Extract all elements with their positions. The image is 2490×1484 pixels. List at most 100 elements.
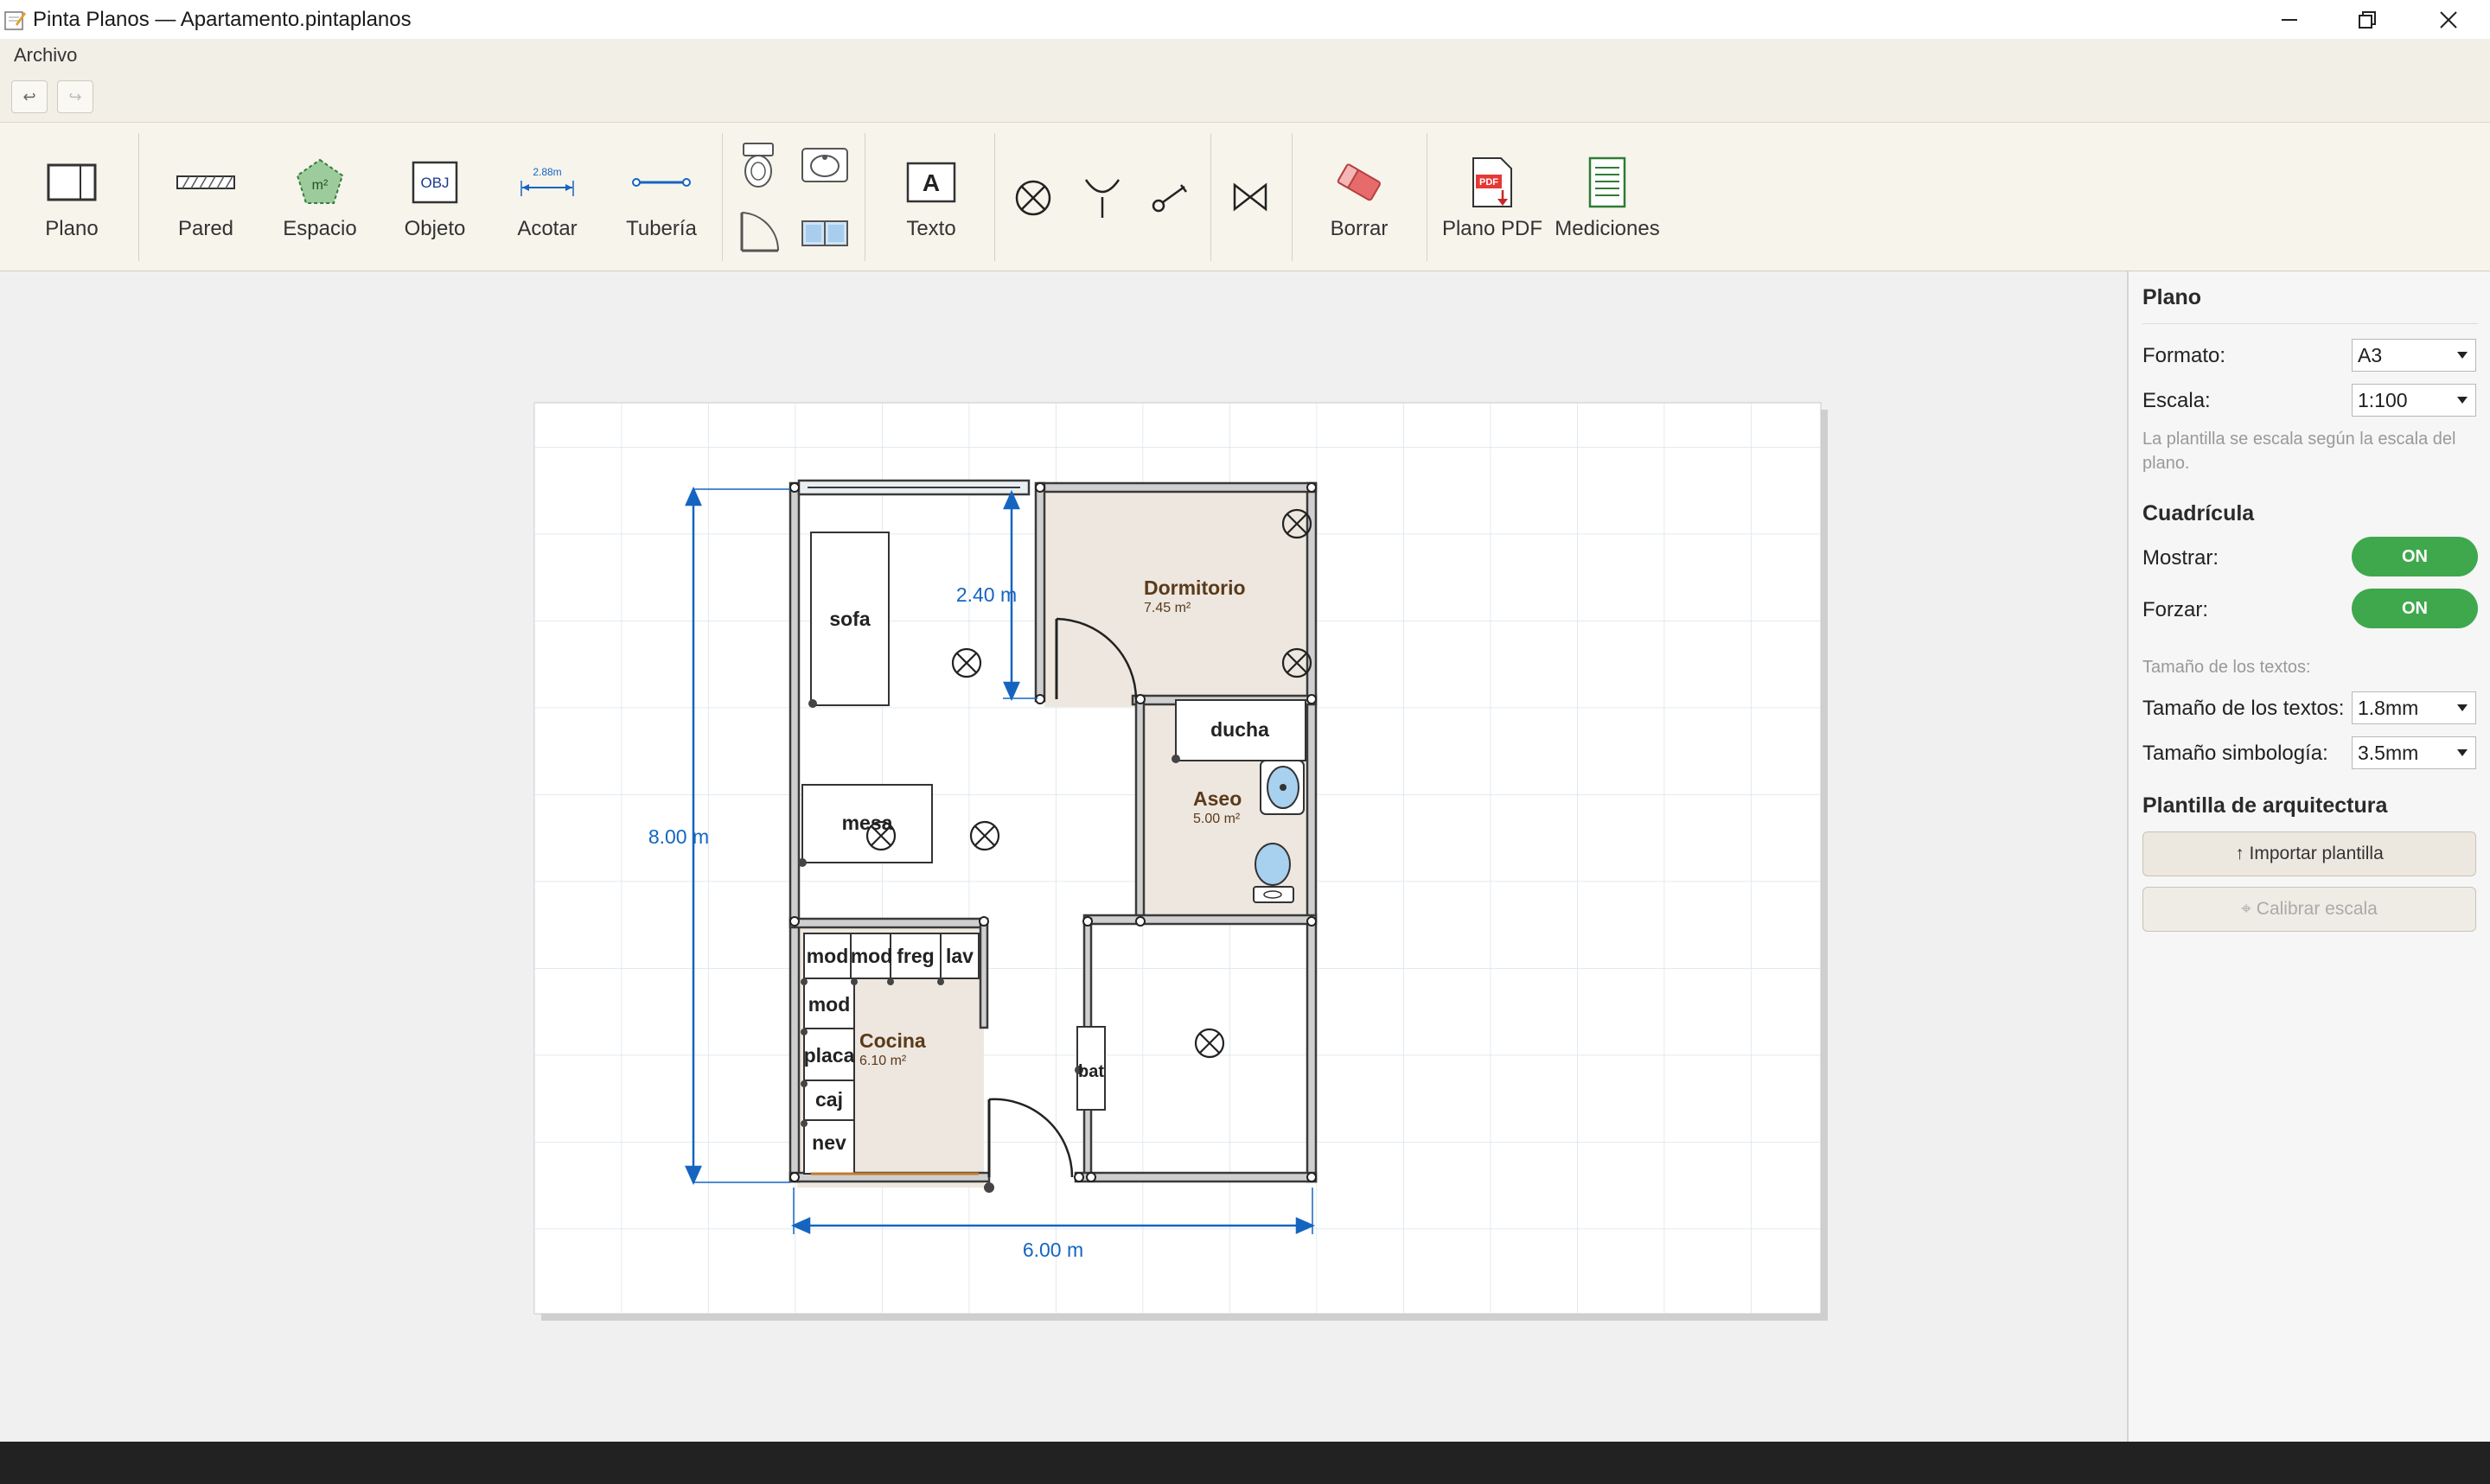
toolbar-separator (1292, 133, 1293, 261)
svg-text:A: A (923, 169, 940, 196)
room-cocina-area: 6.10 m² (859, 1054, 907, 1068)
symbol-tools-grid (733, 140, 854, 261)
pipe-icon (632, 178, 691, 187)
chevron-down-icon (2457, 704, 2468, 711)
svg-text:2.88m: 2.88m (533, 166, 561, 178)
tool-pared[interactable]: Pared (169, 153, 242, 241)
chevron-down-icon (2457, 352, 2468, 359)
lav-label: lav (946, 945, 974, 967)
room-aseo-area: 5.00 m² (1193, 812, 1241, 826)
tool-espacio[interactable]: m² Espacio (277, 153, 363, 241)
wall-cocina-right[interactable] (979, 917, 989, 1029)
floor-plan-svg[interactable]: 8.00 m 6.00 m 2.40 m Dormitorio 7.45 m² … (0, 271, 2127, 1442)
pdf-icon: PDF (1472, 157, 1512, 207)
text-size-select[interactable]: 1.8mm (2352, 691, 2476, 724)
redo-icon: ↪ (68, 87, 82, 105)
escala-select[interactable]: 1:100 (2352, 384, 2476, 417)
close-button[interactable] (2407, 0, 2490, 39)
aseo-toilet[interactable] (1253, 843, 1294, 903)
tool-plano[interactable]: Plano (33, 153, 111, 241)
mod3-label: mod (808, 993, 851, 1016)
eraser-icon (1337, 163, 1381, 201)
mod2-label: mod (851, 945, 893, 967)
wall-right[interactable] (1306, 481, 1318, 1183)
text-size-label: Tamaño de los textos: (2142, 697, 2345, 720)
mod1-label: mod (807, 945, 849, 967)
mostrar-toggle[interactable]: ON (2352, 537, 2478, 576)
wall-aseo-left[interactable] (1134, 694, 1146, 924)
dimension-height-label: 8.00 m (648, 825, 709, 848)
wall-bottom-right[interactable] (1074, 1171, 1318, 1183)
tool-plano-pdf[interactable]: PDF Plano PDF (1439, 153, 1546, 241)
valve-icon[interactable] (1229, 180, 1271, 214)
svg-text:OBJ: OBJ (420, 175, 449, 191)
room-aseo-name: Aseo (1193, 787, 1242, 810)
redo-button[interactable]: ↪ (57, 80, 93, 113)
panel-divider (2142, 323, 2478, 324)
tool-tuberia[interactable]: Tubería (622, 153, 700, 241)
toolbar-separator (994, 133, 995, 261)
wall-aseo-bottom[interactable] (1082, 914, 1318, 926)
minimize-icon (2282, 18, 2297, 21)
escala-hint-line2: plano. (2142, 454, 2190, 473)
text-size-hint: Tamaño de los textos: (2142, 658, 2311, 677)
wall-cocina-top[interactable] (788, 917, 987, 929)
text-icon: A (906, 162, 956, 203)
svg-text:PDF: PDF (1479, 177, 1498, 188)
room-dormitorio-fill[interactable] (1044, 491, 1312, 707)
wall-icon (176, 175, 235, 189)
room-dormitorio-name: Dormitorio (1144, 576, 1246, 599)
chevron-down-icon (2457, 749, 2468, 756)
placa-label: placa (804, 1044, 855, 1067)
aseo-sink[interactable] (1260, 760, 1305, 815)
restore-icon (2359, 10, 2376, 29)
toilet-icon[interactable] (737, 140, 780, 190)
undo-button[interactable]: ↩ (11, 80, 48, 113)
mesa-label: mesa (842, 812, 893, 834)
dimension-width-label: 6.00 m (1023, 1239, 1083, 1261)
tool-objeto[interactable]: OBJ Objeto (396, 153, 474, 241)
close-icon (2440, 10, 2457, 29)
nev-label: nev (812, 1131, 846, 1154)
wall-left[interactable] (788, 481, 801, 1183)
formato-select[interactable]: A3 (2352, 339, 2476, 372)
taskbar (0, 1442, 2490, 1484)
chevron-down-icon (2457, 397, 2468, 404)
import-template-button[interactable]: ↑ Importar plantilla (2142, 831, 2476, 876)
formato-label: Formato: (2142, 344, 2226, 367)
tool-acotar[interactable]: 2.88m Acotar (508, 153, 586, 241)
socket-icon[interactable] (1081, 175, 1124, 221)
forzar-toggle[interactable]: ON (2352, 589, 2478, 628)
symbol-size-select[interactable]: 3.5mm (2352, 736, 2476, 769)
room-cocina-name: Cocina (859, 1029, 926, 1052)
forzar-label: Forzar: (2142, 598, 2209, 621)
tool-borrar[interactable]: Borrar (1319, 153, 1399, 241)
door-icon[interactable] (737, 207, 782, 254)
restore-button[interactable] (2326, 0, 2409, 39)
dimension-icon: 2.88m (520, 166, 574, 196)
window-icon[interactable] (799, 218, 851, 249)
sofa-label: sofa (829, 608, 871, 630)
calibrate-scale-button[interactable]: ⌖ Calibrar escala (2142, 887, 2476, 932)
title-bar: Pinta Planos — Apartamento.pintaplanos (0, 0, 2490, 39)
tool-mediciones[interactable]: Mediciones (1551, 153, 1663, 241)
drawing-canvas[interactable]: 8.00 m 6.00 m 2.40 m Dormitorio 7.45 m² … (0, 271, 2127, 1442)
light-point-icon[interactable] (1012, 176, 1055, 220)
freg-label: freg (897, 945, 934, 967)
tool-texto[interactable]: A Texto (892, 153, 970, 241)
menu-archivo[interactable]: Archivo (14, 44, 77, 67)
plano-icon (47, 163, 97, 201)
minimize-button[interactable] (2248, 0, 2331, 39)
wall-dormitorio-left[interactable] (1034, 481, 1046, 703)
sink-icon[interactable] (799, 145, 851, 185)
template-section-title: Plantilla de arquitectura (2142, 793, 2388, 818)
wall-top-dormitorio[interactable] (1038, 481, 1318, 494)
measurements-icon (1588, 156, 1626, 208)
room-dormitorio-area: 7.45 m² (1144, 601, 1191, 615)
escala-hint-line1: La plantilla se escala según la escala d… (2142, 430, 2456, 449)
switch-icon[interactable] (1150, 180, 1190, 214)
svg-text:m²: m² (312, 178, 329, 193)
space-icon: m² (296, 158, 344, 204)
object-icon: OBJ (412, 161, 458, 204)
toolbar-separator (138, 133, 139, 261)
